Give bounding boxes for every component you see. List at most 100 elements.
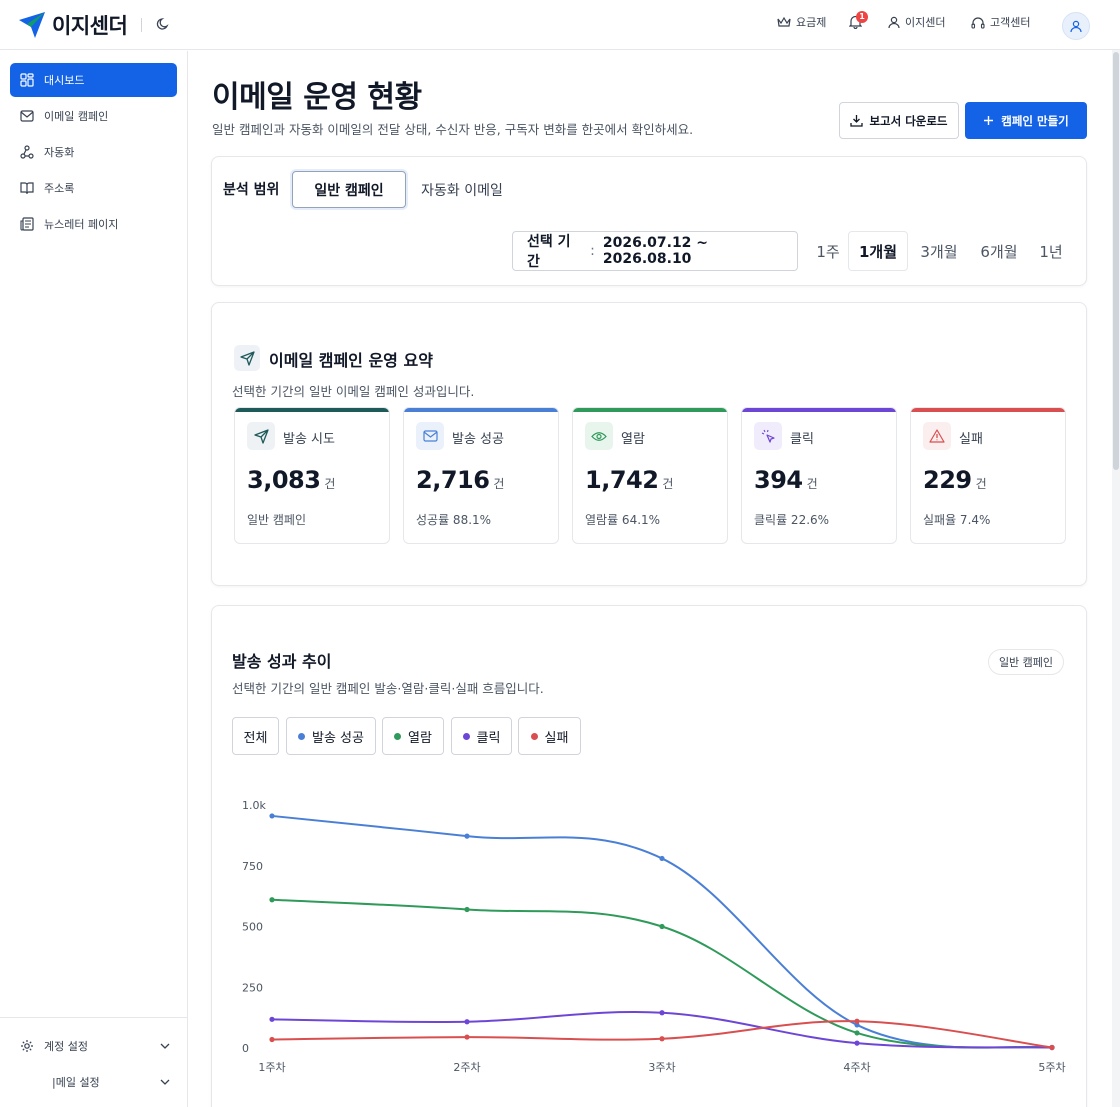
data-point-1-1[interactable] bbox=[464, 906, 470, 913]
metric-subtext: 성공률 88.1% bbox=[416, 513, 492, 527]
data-point-3-3[interactable] bbox=[854, 1018, 860, 1024]
metric-label: 열람 bbox=[621, 432, 645, 447]
scope-tab-general[interactable]: 일반 캠페인 bbox=[292, 171, 406, 208]
data-point-2-2[interactable] bbox=[659, 1010, 665, 1016]
metric-subtext: 일반 캠페인 bbox=[247, 513, 307, 527]
metric-accent-bar bbox=[404, 408, 558, 412]
sidebar-item-automation[interactable]: 자동화 bbox=[10, 135, 177, 169]
metric-value: 3,083 건 bbox=[247, 466, 335, 494]
mail-settings-toggle[interactable]: |메일 설정 bbox=[20, 1074, 170, 1090]
filter-card: 분석 범위 일반 캠페인 자동화 이메일 선택 기간 : 2026.07.12 … bbox=[211, 156, 1087, 286]
sidebar-item-label: 이메일 캠페인 bbox=[44, 110, 109, 123]
warning-icon bbox=[929, 429, 945, 443]
data-point-0-2[interactable] bbox=[659, 855, 665, 862]
headset-icon bbox=[971, 16, 985, 29]
support-label: 고객센터 bbox=[990, 16, 1031, 29]
x-tick-label: 4주차 bbox=[843, 1061, 870, 1074]
chevron-down-icon bbox=[160, 1079, 170, 1085]
trend-line-chart: 0 250 500 750 1.0k 1주차 2주차 3주차 4주차 5주차 bbox=[242, 799, 1066, 1074]
mail-settings-label: |메일 설정 bbox=[52, 1076, 100, 1089]
y-tick-label: 0 bbox=[242, 1042, 249, 1055]
metric-subtext: 클릭률 22.6% bbox=[754, 513, 830, 527]
period-picker[interactable]: 선택 기간 : 2026.07.12 ~ 2026.08.10 bbox=[512, 231, 798, 271]
metric-value: 2,716 건 bbox=[416, 466, 504, 494]
account-settings-toggle[interactable]: 계정 설정 bbox=[20, 1038, 170, 1054]
data-point-0-1[interactable] bbox=[464, 833, 470, 839]
sidebar: 대시보드 이메일 캠페인 자동화 주소록 뉴스레터 페이지 계정 설정 |메일 … bbox=[0, 51, 188, 1107]
data-point-1-3[interactable] bbox=[854, 1030, 860, 1036]
data-point-3-4[interactable] bbox=[1049, 1044, 1055, 1051]
eye-icon bbox=[591, 431, 607, 441]
notification-button[interactable]: 1 bbox=[848, 11, 868, 33]
create-campaign-label: 캠페인 만들기 bbox=[1001, 113, 1069, 128]
x-tick-label: 2주차 bbox=[453, 1061, 480, 1074]
pricing-link[interactable]: 요금제 bbox=[777, 14, 826, 30]
data-point-1-0[interactable] bbox=[269, 897, 275, 903]
trend-card: 발송 성과 추이 선택한 기간의 일반 캠페인 발송·열람·클릭·실패 흐름입니… bbox=[211, 605, 1087, 1107]
metric-icon-wrap bbox=[923, 422, 951, 450]
chevron-down-icon bbox=[160, 1043, 170, 1049]
metric-label: 클릭 bbox=[790, 432, 814, 447]
series-line-3 bbox=[271, 1020, 1053, 1049]
download-report-button[interactable]: 보고서 다운로드 bbox=[839, 102, 959, 139]
data-point-1-2[interactable] bbox=[659, 923, 665, 930]
paper-plane-logo-icon bbox=[19, 12, 45, 38]
data-point-3-1[interactable] bbox=[464, 1034, 470, 1040]
data-point-3-0[interactable] bbox=[269, 1036, 275, 1043]
range-tab-1week[interactable]: 1주 bbox=[812, 231, 844, 271]
metric-accent-bar bbox=[742, 408, 896, 412]
data-point-2-3[interactable] bbox=[854, 1040, 860, 1046]
account-link[interactable]: 이지센더 bbox=[888, 14, 945, 30]
sidebar-item-label: 뉴스레터 페이지 bbox=[44, 218, 119, 231]
metric-label: 실패 bbox=[959, 432, 983, 447]
page-scrollbar-thumb[interactable] bbox=[1113, 52, 1119, 470]
download-icon bbox=[850, 115, 864, 127]
avatar[interactable] bbox=[1062, 12, 1090, 40]
metric-accent-bar bbox=[911, 408, 1065, 412]
data-point-2-0[interactable] bbox=[269, 1016, 275, 1022]
automation-workflow-icon bbox=[20, 145, 34, 159]
support-link[interactable]: 고객센터 bbox=[971, 14, 1030, 30]
sidebar-item-label: 주소록 bbox=[44, 182, 75, 195]
scope-tab-automation[interactable]: 자동화 이메일 bbox=[414, 171, 510, 208]
user-icon bbox=[888, 16, 900, 28]
range-tab-6months[interactable]: 6개월 bbox=[974, 231, 1024, 271]
metric-subtext: 열람률 64.1% bbox=[585, 513, 661, 527]
data-point-3-2[interactable] bbox=[659, 1036, 665, 1042]
sidebar-item-newsletter[interactable]: 뉴스레터 페이지 bbox=[10, 207, 177, 241]
y-tick-label: 1.0k bbox=[242, 799, 266, 812]
page-title: 이메일 운영 현황 bbox=[212, 80, 422, 115]
sidebar-item-dashboard[interactable]: 대시보드 bbox=[10, 63, 177, 97]
metric-icon-wrap bbox=[754, 422, 782, 450]
sidebar-settings: 계정 설정 |메일 설정 bbox=[0, 1017, 187, 1107]
period-label: 선택 기간 bbox=[527, 234, 571, 270]
metric-icon-wrap bbox=[247, 422, 275, 450]
range-tab-1year[interactable]: 1년 bbox=[1034, 231, 1068, 271]
data-point-0-0[interactable] bbox=[269, 813, 275, 819]
data-point-2-1[interactable] bbox=[464, 1019, 470, 1025]
metric-card-clicks: 클릭 394 건 클릭률 22.6% bbox=[741, 407, 897, 544]
sidebar-item-label: 대시보드 bbox=[44, 74, 85, 87]
account-settings-label: 계정 설정 bbox=[44, 1040, 88, 1053]
range-tab-3months[interactable]: 3개월 bbox=[914, 231, 964, 271]
scope-label: 분석 범위 bbox=[223, 182, 280, 198]
metric-card-success: 발송 성공 2,716 건 성공률 88.1% bbox=[403, 407, 559, 544]
x-tick-label: 5주차 bbox=[1038, 1061, 1065, 1074]
metric-value: 394 건 bbox=[754, 466, 818, 494]
range-tab-1month[interactable]: 1개월 bbox=[848, 231, 908, 271]
user-avatar-icon bbox=[1070, 20, 1082, 32]
metric-icon-wrap bbox=[585, 422, 613, 450]
moon-icon[interactable] bbox=[156, 17, 170, 31]
account-label: 이지센더 bbox=[905, 16, 946, 29]
summary-title: 이메일 캠페인 운영 요약 bbox=[269, 351, 433, 370]
top-bar: 이지센더 요금제 1 이지센더 고객센터 bbox=[0, 0, 1120, 50]
series-line-1 bbox=[271, 898, 1053, 1049]
sidebar-item-address-book[interactable]: 주소록 bbox=[10, 171, 177, 205]
download-report-label: 보고서 다운로드 bbox=[869, 113, 948, 128]
brand-logo[interactable]: 이지센더 bbox=[18, 10, 143, 40]
sidebar-item-email-campaign[interactable]: 이메일 캠페인 bbox=[10, 99, 177, 133]
y-tick-label: 250 bbox=[242, 981, 263, 994]
sidebar-item-label: 자동화 bbox=[44, 146, 75, 159]
book-icon bbox=[20, 182, 34, 194]
create-campaign-button[interactable]: 캠페인 만들기 bbox=[965, 102, 1087, 139]
